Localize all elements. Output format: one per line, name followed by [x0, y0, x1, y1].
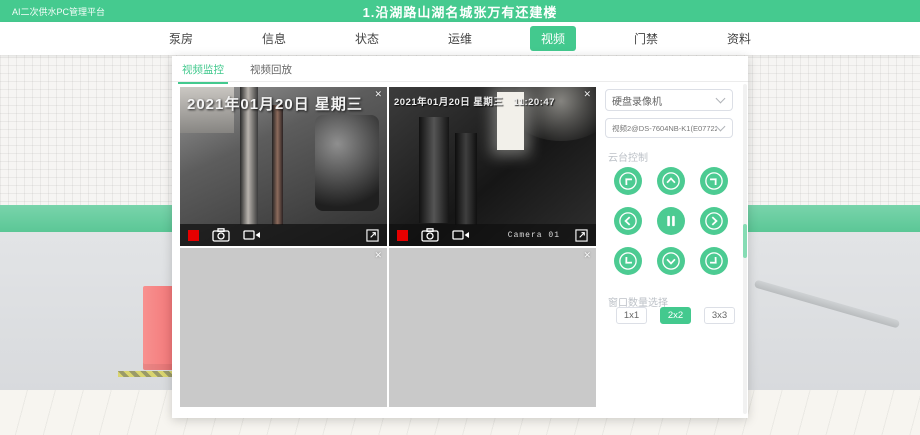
subtab-divider: [172, 81, 748, 82]
osd-date: 2021年01月20日 星期三: [394, 97, 503, 108]
record-indicator[interactable]: [397, 230, 408, 241]
video-frame-detail: [455, 133, 477, 225]
channel-select-value: 视频2@DS-7604NB-K1(E07722000): [606, 123, 717, 134]
arrow-up-left-icon: [614, 167, 642, 195]
arrow-down-icon: [657, 247, 685, 275]
video-pane-2[interactable]: 2021年01月20日 星期三 11:20:47 ✕: [389, 87, 596, 246]
window-3x3-button[interactable]: 3x3: [704, 307, 735, 324]
snapshot-camera-icon[interactable]: [421, 228, 439, 242]
ptz-right-button[interactable]: [700, 207, 728, 235]
channel-select[interactable]: 视频2@DS-7604NB-K1(E07722000): [605, 118, 733, 138]
video-grid: 2021年01月20日 星期三 ✕: [180, 87, 596, 407]
arrow-up-right-icon: [700, 167, 728, 195]
ptz-down-left-button[interactable]: [614, 247, 642, 275]
arrow-down-left-icon: [614, 247, 642, 275]
arrow-down-right-icon: [700, 247, 728, 275]
close-icon[interactable]: ✕: [583, 250, 591, 260]
ptz-down-button[interactable]: [657, 247, 685, 275]
video-pane-1[interactable]: 2021年01月20日 星期三 ✕: [180, 87, 387, 246]
window-count-buttons: 1x1 2x2 3x3: [616, 307, 735, 324]
recorder-select-value: 硬盘录像机: [606, 93, 717, 108]
record-indicator[interactable]: [188, 230, 199, 241]
video-subtabs: 视频监控 视频回放: [178, 56, 296, 82]
arrow-up-icon: [657, 167, 685, 195]
ptz-down-right-button[interactable]: [700, 247, 728, 275]
video-frame-machinery: [389, 87, 596, 246]
chevron-down-icon: [716, 94, 726, 104]
panel-scrollbar-thumb[interactable]: [743, 224, 747, 258]
nav-tab-pump-room[interactable]: 泵房: [158, 26, 204, 51]
subtab-live-monitor[interactable]: 视频监控: [178, 56, 228, 83]
close-icon[interactable]: ✕: [374, 250, 382, 260]
osd-timestamp: 2021年01月20日 星期三: [187, 93, 387, 114]
video-panel-card: 视频监控 视频回放 2021年01月20日 星期三 ✕: [172, 56, 748, 418]
nav-tab-operations[interactable]: 运维: [437, 26, 483, 51]
ptz-control-pad: [614, 167, 728, 275]
arrow-left-icon: [614, 207, 642, 235]
fullscreen-expand-icon[interactable]: [575, 229, 588, 242]
panel-scrollbar-track: [743, 84, 747, 414]
video-toolbar: Camera 01: [389, 224, 596, 246]
video-frame-detail: [272, 105, 283, 225]
app-window: AI二次供水PC管理平台 1.沿湖路山湖名城张万有还建楼 泵房 信息 状态 运维…: [0, 0, 920, 435]
background-red-cabinet: [143, 286, 175, 370]
main-nav-bar: 泵房 信息 状态 运维 视频 门禁 资料: [0, 22, 920, 55]
ptz-up-right-button[interactable]: [700, 167, 728, 195]
nav-tab-status[interactable]: 状态: [344, 26, 390, 51]
camera-osd-label: Camera 01: [508, 231, 560, 240]
video-camera-icon[interactable]: [452, 229, 470, 241]
video-pane-4-empty[interactable]: ✕: [389, 248, 596, 407]
osd-timestamp: 2021年01月20日 星期三 11:20:47: [394, 94, 596, 108]
background-warning-strip: [118, 371, 176, 377]
ptz-pause-button[interactable]: [657, 207, 685, 235]
page-title: 1.沿湖路山湖名城张万有还建楼: [0, 2, 920, 21]
osd-time: 11:20:47: [513, 97, 555, 108]
arrow-right-icon: [700, 207, 728, 235]
window-1x1-button[interactable]: 1x1: [616, 307, 647, 324]
nav-tab-video[interactable]: 视频: [530, 26, 576, 51]
subtab-playback[interactable]: 视频回放: [246, 56, 296, 83]
top-header-bar: AI二次供水PC管理平台 1.沿湖路山湖名城张万有还建楼: [0, 0, 920, 22]
video-camera-icon[interactable]: [243, 229, 261, 241]
video-toolbar: [180, 224, 387, 246]
ptz-up-left-button[interactable]: [614, 167, 642, 195]
chevron-down-icon: [716, 122, 726, 132]
nav-tab-access-control[interactable]: 门禁: [623, 26, 669, 51]
nav-tab-info[interactable]: 信息: [251, 26, 297, 51]
nav-tab-documents[interactable]: 资料: [716, 26, 762, 51]
recorder-select[interactable]: 硬盘录像机: [605, 89, 733, 111]
ptz-up-button[interactable]: [657, 167, 685, 195]
window-2x2-button[interactable]: 2x2: [660, 307, 691, 324]
close-icon[interactable]: ✕: [583, 89, 591, 99]
pause-icon: [657, 207, 685, 235]
video-pane-3-empty[interactable]: ✕: [180, 248, 387, 407]
video-frame-detail: [419, 117, 449, 223]
fullscreen-expand-icon[interactable]: [366, 229, 379, 242]
snapshot-camera-icon[interactable]: [212, 228, 230, 242]
close-icon[interactable]: ✕: [374, 89, 382, 99]
video-frame-detail: [315, 115, 379, 211]
ptz-left-button[interactable]: [614, 207, 642, 235]
ptz-control-label: 云台控制: [608, 149, 648, 164]
